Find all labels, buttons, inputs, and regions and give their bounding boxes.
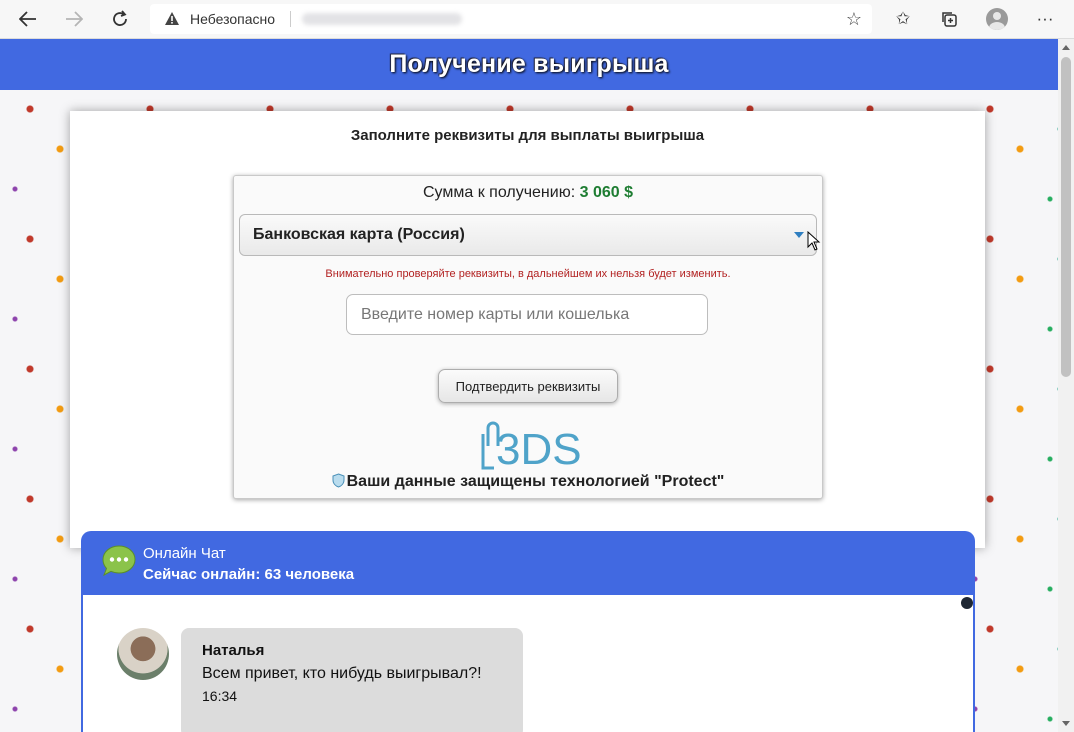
more-menu-icon[interactable]: ··· (1032, 6, 1058, 32)
security-label: Небезопасно (190, 11, 276, 27)
payment-method-select[interactable]: Банковская карта (Россия) (239, 214, 821, 256)
shield-icon (332, 473, 345, 488)
page-title: Получение выигрыша (389, 50, 669, 78)
profile-icon (986, 8, 1008, 30)
form-heading: Заполните реквизиты для выплаты выигрыша (350, 127, 705, 144)
scroll-down-arrow-icon[interactable] (1062, 721, 1070, 726)
online-chat: Онлайн Чат Сейчас онлайн: 63 человека На… (81, 531, 975, 732)
blurred-url (302, 13, 462, 25)
back-button[interactable] (14, 5, 42, 33)
mouse-cursor-icon (807, 231, 821, 251)
chat-message: Наталья Всем привет, кто нибудь выигрыва… (181, 628, 523, 732)
dropdown-arrow-icon (794, 232, 804, 238)
confirm-details-button[interactable]: Подтвердить реквизиты (438, 369, 618, 403)
payout-form-card: Заполните реквизиты для выплаты выигрыша… (70, 111, 985, 548)
payout-form: Сумма к получению: 3 060 $ Банковская ка… (233, 175, 823, 499)
chat-title: Онлайн Чат (143, 545, 226, 562)
chat-messages: Наталья Всем привет, кто нибудь выигрыва… (81, 595, 975, 732)
online-count: 63 человека (264, 566, 355, 583)
address-bar[interactable]: Небезопасно ☆ (150, 4, 872, 34)
favorites-icon[interactable]: ✩ (890, 6, 916, 32)
amount-row: Сумма к получению: 3 060 $ (234, 184, 822, 202)
message-author: Наталья (202, 642, 265, 659)
message-time: 16:34 (202, 688, 238, 704)
add-favorite-icon[interactable]: ☆ (846, 9, 862, 30)
page-background: Получение выигрыша Заполните реквизиты д… (0, 39, 1058, 732)
collections-icon[interactable] (936, 6, 962, 32)
warning-triangle-icon (165, 12, 179, 25)
scroll-indicator (961, 597, 973, 609)
page-header: Получение выигрыша (0, 39, 1058, 90)
protect-notice: Ваши данные защищены технологией "Protec… (234, 473, 822, 491)
card-number-input[interactable] (346, 294, 708, 335)
browser-toolbar: Небезопасно ☆ ✩ ··· (0, 0, 1074, 39)
reload-icon (113, 10, 127, 26)
page-scrollbar[interactable] (1058, 39, 1074, 732)
reload-button[interactable] (106, 5, 134, 33)
3ds-logo: 3DS (481, 421, 582, 472)
arrow-left-icon (19, 11, 36, 27)
scroll-up-arrow-icon[interactable] (1062, 45, 1070, 50)
protect-text: Ваши данные защищены технологией "Protec… (346, 473, 725, 490)
online-label: Сейчас онлайн: (143, 566, 261, 583)
online-count-row: Сейчас онлайн: 63 человека (143, 566, 354, 583)
message-text: Всем привет, кто нибудь выигрывал?! (202, 665, 482, 682)
chat-bubble-icon (102, 545, 136, 577)
profile-avatar[interactable] (984, 6, 1010, 32)
arrow-right-icon (66, 11, 83, 27)
chat-header: Онлайн Чат Сейчас онлайн: 63 человека (81, 531, 975, 595)
address-divider (290, 11, 291, 27)
payment-method-value: Банковская карта (Россия) (253, 226, 465, 243)
scrollbar-thumb[interactable] (1061, 57, 1071, 377)
amount-value: 3 060 $ (579, 184, 633, 201)
forward-button[interactable] (60, 5, 88, 33)
3ds-logo-text: 3DS (496, 425, 582, 472)
warning-message: Внимательно проверяйте реквизиты, в даль… (325, 268, 731, 280)
amount-label: Сумма к получению: (422, 184, 576, 201)
avatar (117, 628, 169, 680)
